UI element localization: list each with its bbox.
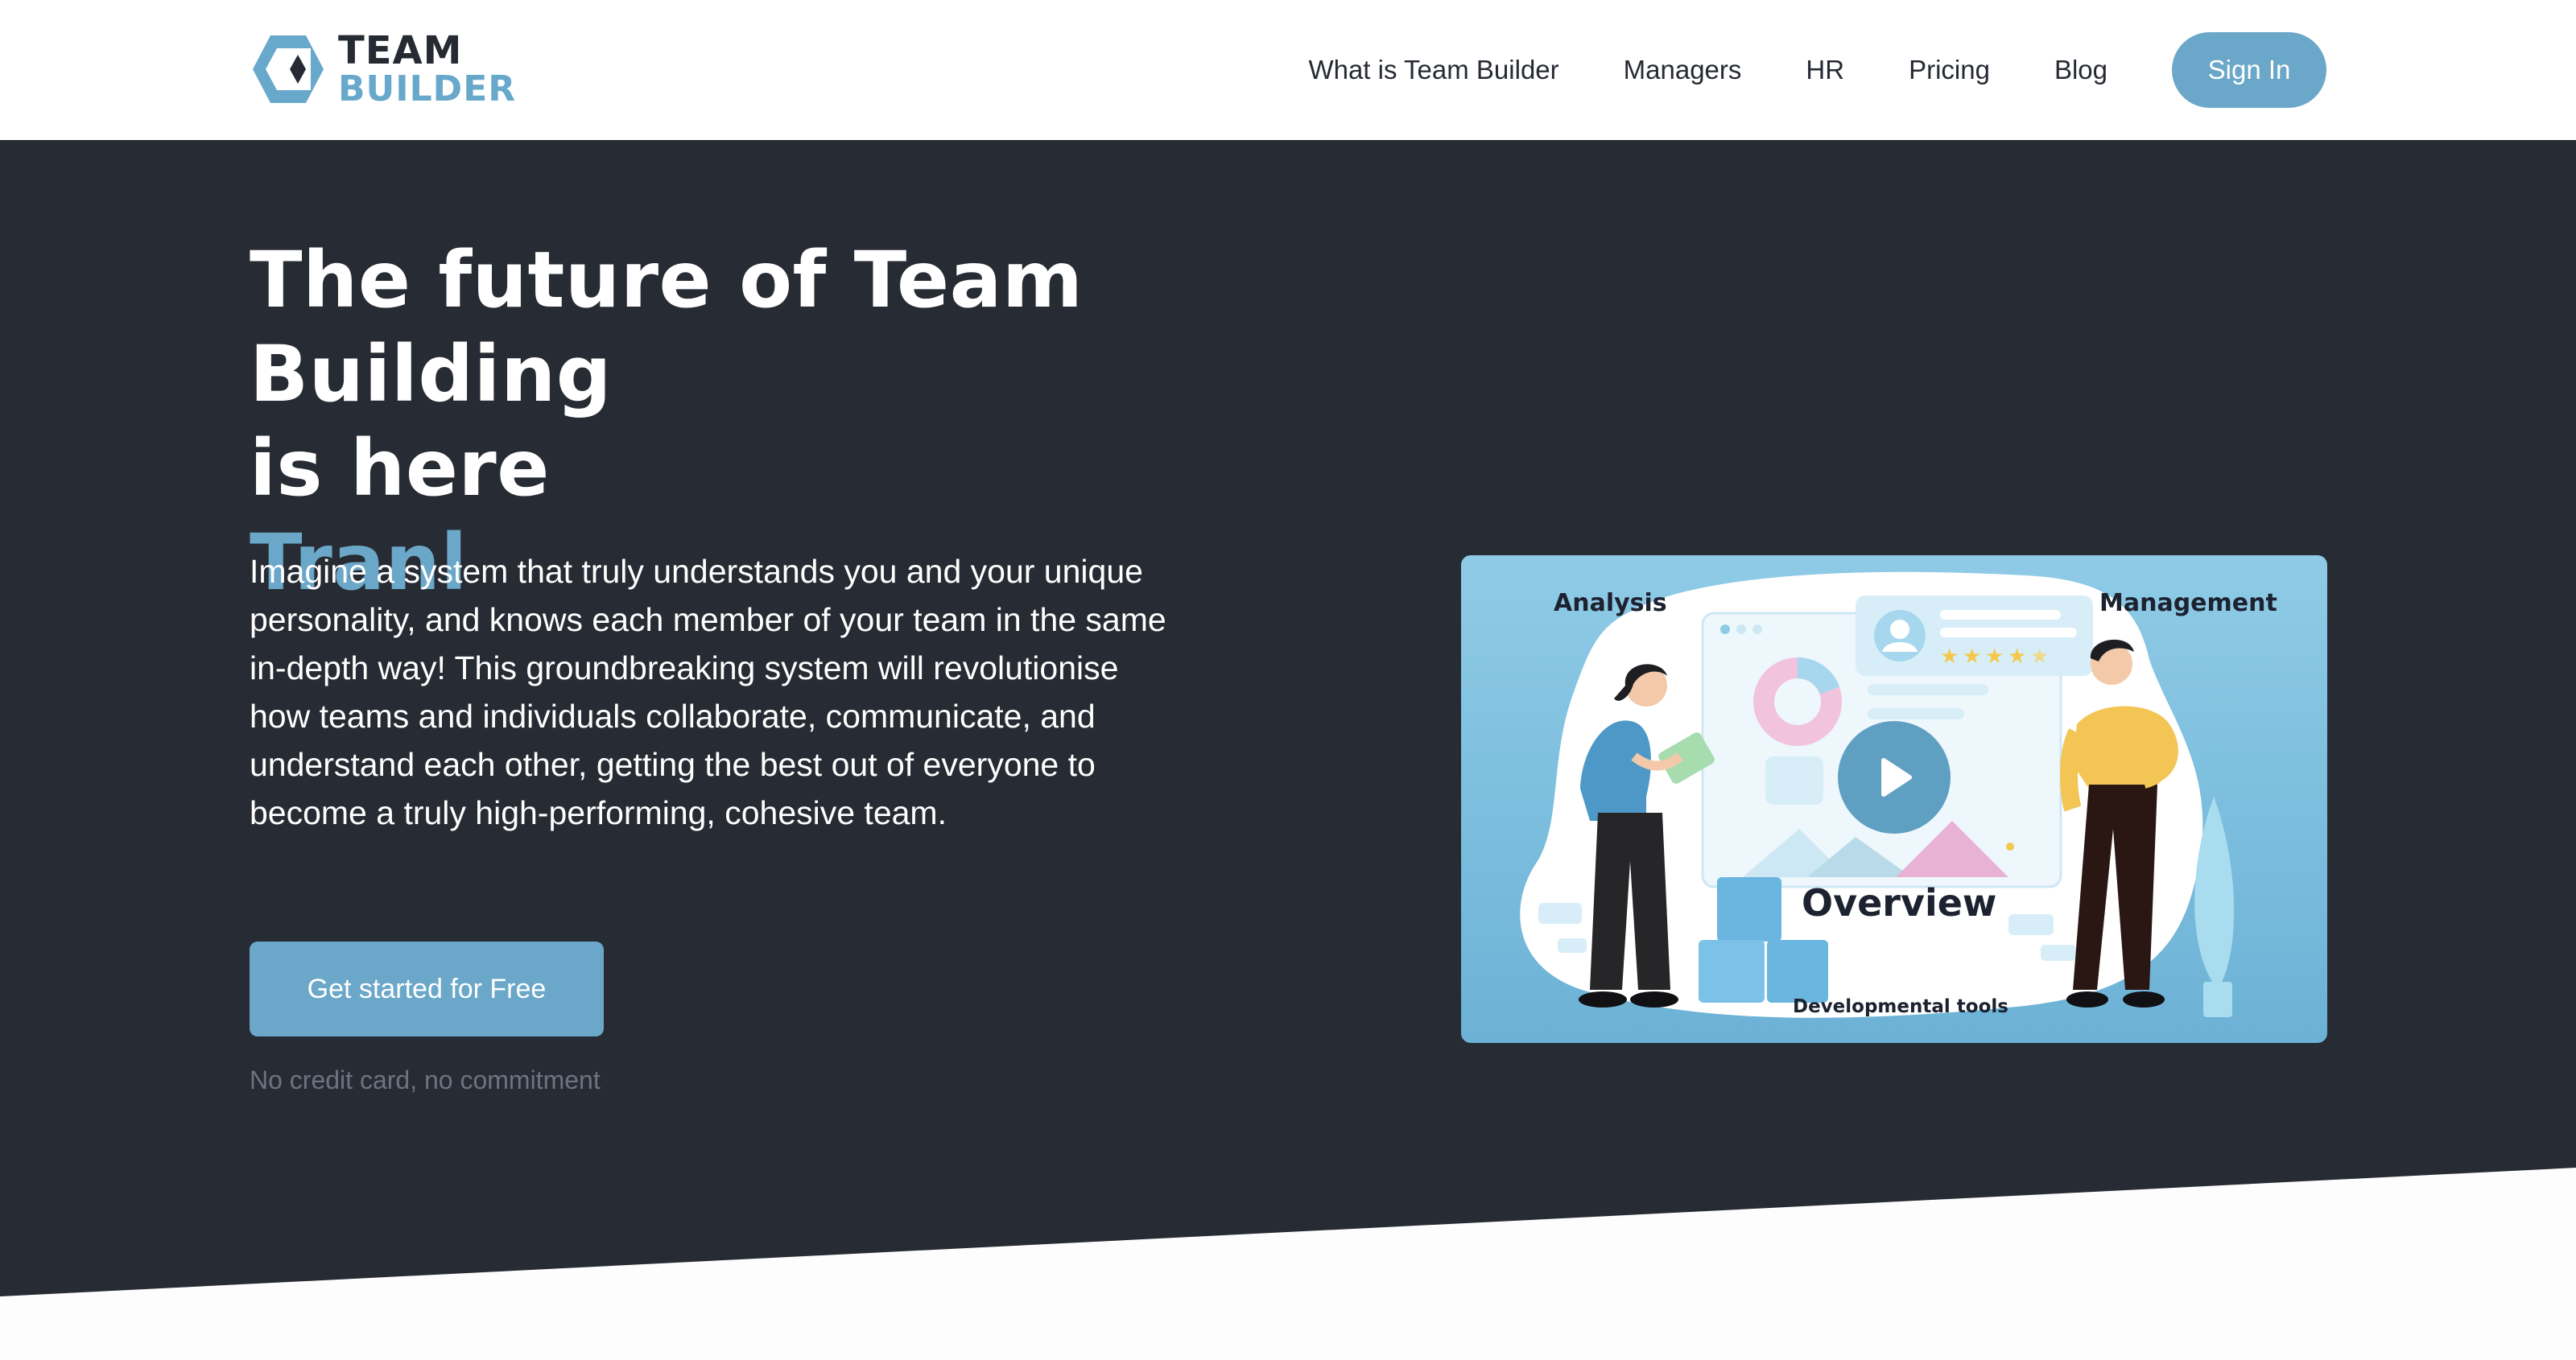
developmental-tools-label: Developmental tools [1793,996,2008,1017]
site-header: TEAM BUILDER What is Team Builder Manage… [0,0,2576,140]
star-rating: ★ ★ ★ ★ ★ [1940,645,2049,669]
hexagon-logo-icon [253,35,324,103]
main-nav: What is Team Builder Managers HR Pricing… [1308,32,2326,108]
no-commitment-note: No credit card, no commitment [250,1065,601,1094]
logo-word-builder: BUILDER [338,68,517,109]
nav-what-is-team-builder[interactable]: What is Team Builder [1308,55,1558,85]
star-icon: ★ [1985,645,2004,669]
nav-managers[interactable]: Managers [1624,55,1742,85]
star-icon: ★ [1963,645,1981,669]
analysis-label: Analysis [1554,589,1667,617]
team-builder-logo[interactable]: TEAM BUILDER [250,31,516,108]
play-button[interactable] [1838,721,1951,834]
intro-video-thumbnail[interactable]: ★ ★ ★ ★ ★ Analysis Management Overview D… [1461,555,2327,1043]
get-started-button[interactable]: Get started for Free [250,942,604,1036]
star-icon: ★ [2030,645,2049,669]
logo-wordmark: TEAM BUILDER [338,31,516,107]
overview-label: Overview [1802,881,1997,925]
nav-blog[interactable]: Blog [2054,55,2107,85]
nav-hr[interactable]: HR [1806,55,1844,85]
sign-in-button[interactable]: Sign In [2172,32,2326,108]
logo-word-team: TEAM [338,28,463,73]
profile-avatar-icon [1874,610,1926,661]
star-icon: ★ [2008,645,2026,669]
management-label: Management [2099,589,2277,617]
star-icon: ★ [1940,645,1959,669]
nav-pricing[interactable]: Pricing [1909,55,1990,85]
headline-line-2: is here [250,423,550,513]
hero-description: Imagine a system that truly understands … [250,553,1166,831]
play-icon [1881,758,1912,797]
headline-line-1: The future of Team Building [250,235,1084,419]
